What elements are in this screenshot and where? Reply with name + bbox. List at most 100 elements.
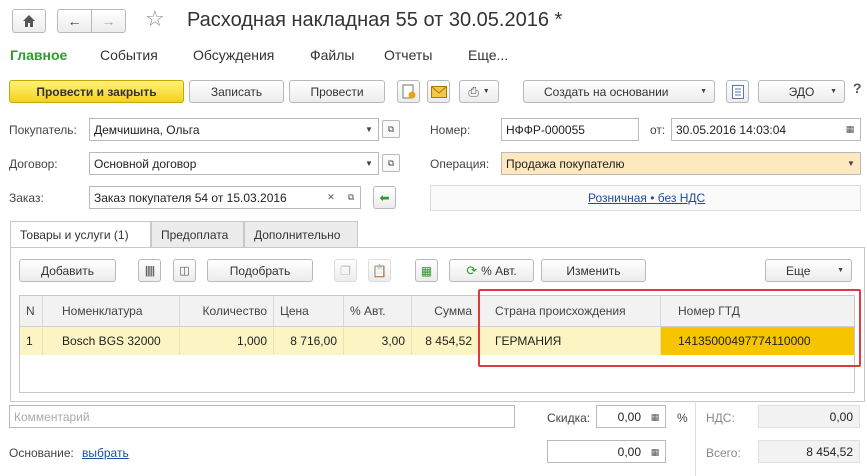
column-header-price[interactable]: Цена [274,296,344,327]
column-header-quantity[interactable]: Количество [180,296,274,327]
copy-button[interactable]: ❐ [334,259,357,282]
column-header-sum[interactable]: Сумма [412,296,479,327]
chevron-down-icon[interactable]: ▼ [361,152,377,175]
basis-select-link[interactable]: выбрать [82,446,129,460]
edo-label: ЭДО [788,84,815,99]
post-and-close-button[interactable]: Провести и закрыть [9,80,184,103]
menu-events[interactable]: События [100,47,158,63]
chevron-down-icon[interactable]: ▼ [361,118,377,141]
price-type-link[interactable]: Розничная • без НДС [588,191,705,205]
forward-button[interactable]: → [91,9,126,33]
menu-main[interactable]: Главное [10,47,67,63]
amount-value: 0,00 [617,444,641,459]
open-contract-icon[interactable]: ⧉ [382,154,400,172]
barcode-icon: ||||| [144,264,155,277]
open-order-icon[interactable]: ⧉ [342,188,360,206]
arrow-left-icon: ← [67,13,82,29]
pick-button[interactable]: Подобрать [207,259,313,282]
tab-goods[interactable]: Товары и услуги (1) [10,221,151,248]
number-field[interactable]: НФФР-000055 [501,118,639,141]
table-cell-auto-discount[interactable]: 3,00 [344,327,412,355]
menu-reports[interactable]: Отчеты [384,47,432,63]
chevron-down-icon: ▼ [700,88,707,95]
report-button[interactable] [726,80,749,103]
chevron-down-icon: ▼ [830,88,837,95]
total-value: 8 454,52 [806,444,853,459]
window-title: Расходная накладная 55 от 30.05.2016 * [187,9,563,31]
vat-value: 0,00 [829,409,853,424]
vat-value-field: 0,00 [758,405,860,428]
more-actions-label: Еще [786,263,811,278]
scanner-button[interactable]: ◫ [173,259,196,282]
order-field[interactable]: Заказ покупателя 54 от 15.03.2016 [89,186,361,209]
table-cell-quantity[interactable]: 1,000 [180,327,274,355]
home-icon [23,15,35,27]
vat-label: НДС: [706,411,735,425]
add-row-button[interactable]: Добавить [19,259,116,282]
paste-button[interactable]: 📋 [368,259,391,282]
table-cell-price[interactable]: 8 716,00 [274,327,344,355]
envelope-icon [430,85,447,98]
help-icon[interactable]: ? [853,80,862,96]
document-journal-button[interactable] [397,80,420,103]
more-actions-button[interactable]: Еще ▼ [765,259,852,282]
tab-additional[interactable]: Дополнительно [244,221,358,247]
edo-button[interactable]: ЭДО ▼ [758,80,845,103]
calculator-icon[interactable]: ▦ [646,408,664,426]
barcode-button[interactable]: ||||| [138,259,161,282]
chevron-down-icon: ▼ [837,267,844,274]
tab-prepayment[interactable]: Предоплата [151,221,244,247]
save-button[interactable]: Записать [189,80,284,103]
create-based-on-label: Создать на основании [544,84,669,99]
date-field[interactable]: 30.05.2016 14:03:04 [671,118,861,141]
column-header-item[interactable]: Номенклатура [43,296,180,327]
calculator-icon[interactable]: ▦ [646,443,664,461]
operation-field[interactable]: Продажа покупателю [501,152,861,175]
open-buyer-icon[interactable]: ⧉ [382,120,400,138]
clear-order-icon[interactable]: ✕ [322,188,340,206]
paste-icon: 📋 [372,263,387,278]
fill-by-order-button[interactable]: ⬅ [373,186,396,209]
chevron-down-icon[interactable]: ▼ [843,152,859,175]
auto-discount-button[interactable]: ⟳ % Авт. [449,259,534,282]
buyer-field[interactable]: Демчишина, Ольга [89,118,379,141]
number-label: Номер: [430,123,471,137]
document-gear-icon [402,84,415,98]
menu-more[interactable]: Еще... [468,47,508,63]
spreadsheet-icon: ▦ [420,263,433,278]
menu-discussions[interactable]: Обсуждения [193,47,274,63]
annotation-highlight-box [478,289,861,367]
refresh-icon: ⟳ [466,262,478,278]
table-cell-sum[interactable]: 8 454,52 [412,327,479,355]
total-label: Всего: [706,446,741,460]
table-cell-item[interactable]: Bosch BGS 32000 [43,327,180,355]
table-cell-n[interactable]: 1 [20,327,43,355]
buyer-label: Покупатель: [9,123,77,137]
arrow-right-icon: → [101,13,116,29]
create-based-on-button[interactable]: Создать на основании ▼ [523,80,715,103]
spreadsheet-button[interactable]: ▦ [415,259,438,282]
basis-label: Основание: [9,446,74,460]
favorite-star-icon[interactable]: ☆ [145,6,165,32]
order-label: Заказ: [9,191,44,205]
comment-input[interactable]: Комментарий [9,405,515,428]
mail-button[interactable] [427,80,450,103]
copy-icon: ❐ [340,263,351,278]
totals-divider [695,403,696,476]
menu-files[interactable]: Файлы [310,47,354,63]
contract-field[interactable]: Основной договор [89,152,379,175]
scanner-icon: ◫ [179,265,190,277]
print-button[interactable]: ⎙ ▼ [459,80,499,103]
post-button[interactable]: Провести [289,80,385,103]
report-document-icon [731,84,744,99]
change-button[interactable]: Изменить [541,259,646,282]
column-header-n[interactable]: N [20,296,43,327]
back-button[interactable]: ← [57,9,92,33]
home-button[interactable] [12,9,46,33]
discount-value: 0,00 [617,409,641,424]
total-value-field: 8 454,52 [758,440,860,463]
calendar-icon[interactable]: ▦ [841,120,859,138]
date-label: от: [650,123,666,137]
column-header-auto-discount[interactable]: % Авт. [344,296,412,327]
chevron-down-icon: ▼ [482,88,490,95]
